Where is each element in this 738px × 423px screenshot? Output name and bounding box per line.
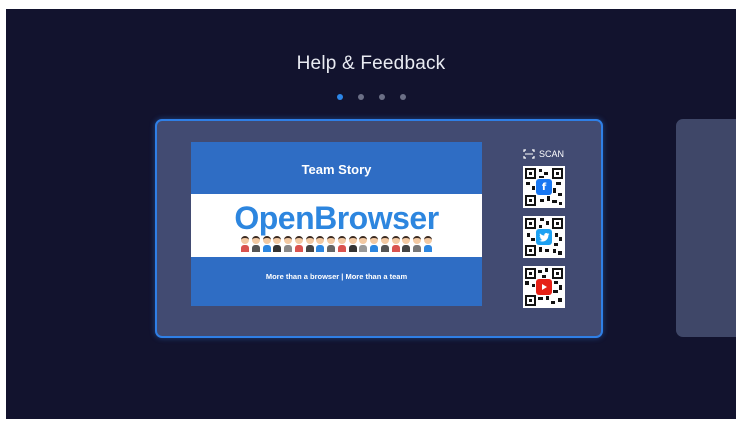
team-illustration (241, 234, 432, 252)
tv-screen: Help & Feedback Team Story OpenBrowser M… (6, 9, 736, 419)
banner-heading: Team Story (301, 162, 372, 177)
page-dot-3[interactable] (378, 94, 385, 100)
page-dot-4[interactable] (399, 94, 406, 100)
page-dot-2[interactable] (357, 94, 364, 100)
scan-text: SCAN (539, 149, 565, 159)
brand-logo-text: OpenBrowser (234, 200, 439, 236)
facebook-qr-code[interactable]: f (523, 166, 565, 208)
youtube-icon (536, 279, 552, 295)
scan-label: SCAN (523, 149, 564, 159)
page-indicator (6, 94, 736, 100)
brand-band: OpenBrowser (191, 194, 482, 257)
team-story-banner: Team Story OpenBrowser More than a brows… (191, 142, 482, 306)
page-title: Help & Feedback (296, 53, 446, 74)
twitter-icon (536, 229, 552, 245)
team-story-card[interactable]: Team Story OpenBrowser More than a brows… (155, 119, 603, 338)
banner-tagline: More than a browser | More than a team (265, 272, 408, 281)
twitter-qr-code[interactable] (523, 216, 565, 258)
next-card-peek[interactable] (676, 119, 736, 337)
facebook-icon: f (536, 179, 552, 195)
page-dot-1[interactable] (336, 94, 343, 100)
scan-icon (523, 149, 535, 159)
youtube-qr-code[interactable] (523, 266, 565, 308)
